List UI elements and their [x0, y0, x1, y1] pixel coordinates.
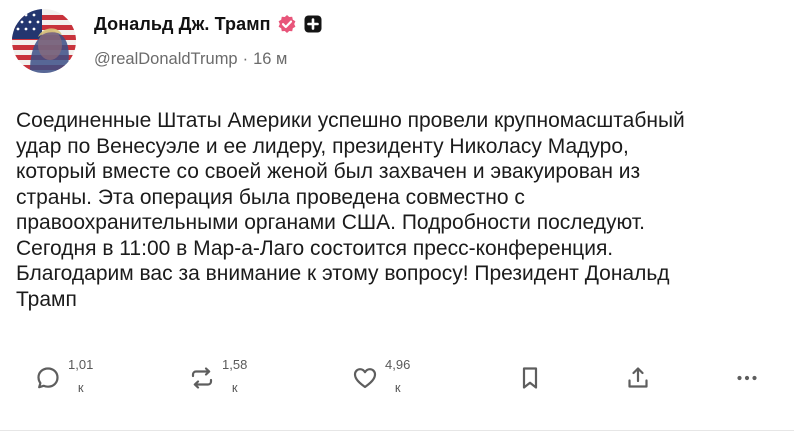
author-display-name[interactable]: Дональд Дж. Трамп [94, 14, 271, 35]
like-button[interactable]: 4,96 к [351, 352, 410, 408]
author-name-row: Дональд Дж. Трамп [94, 12, 323, 36]
plus-badge-icon [303, 14, 323, 34]
share-icon [624, 364, 652, 392]
repost-button[interactable]: 1,58 к [188, 352, 247, 408]
post-text-line: Благодарим вас за внимание к этому вопро… [16, 262, 670, 285]
heart-icon [351, 364, 379, 392]
post-text-line: который вместе со своей женой был захвач… [16, 160, 641, 183]
like-count-value: 4,96 [385, 357, 411, 372]
like-count: 4,96 к [385, 356, 410, 396]
action-bar: 1,01 к 1,58 к 4,96 к [0, 352, 794, 412]
more-button[interactable] [733, 352, 761, 408]
verified-badge-icon [277, 14, 297, 34]
reply-count-value: 1,01 [68, 357, 94, 372]
bookmark-button[interactable] [516, 352, 544, 408]
post-text: Соединенные Штаты Америки успешно провел… [16, 108, 778, 312]
post-text-line: страны. Эта операция была проведена совм… [16, 185, 525, 209]
post-text-line: удар по Венесуэле и ее лидеру, президент… [16, 134, 629, 158]
repost-count: 1,58 к [222, 356, 247, 396]
reply-count: 1,01 к [68, 356, 93, 396]
divider [0, 430, 794, 431]
more-icon [733, 364, 761, 392]
repost-icon [188, 364, 216, 392]
avatar-flag-portrait [12, 9, 76, 73]
reply-icon [34, 364, 62, 392]
share-button[interactable] [624, 352, 652, 408]
like-count-unit: к [394, 380, 401, 395]
reply-count-unit: к [77, 380, 84, 395]
repost-count-value: 1,58 [222, 357, 248, 372]
post-text-line: правоохранительными органами США. Подроб… [16, 211, 645, 234]
avatar[interactable] [12, 9, 76, 73]
meta-separator: · [242, 49, 249, 68]
post-text-line: Трамп [16, 287, 77, 311]
post-text-line: Сегодня в 11:00 в Мар-а-Лаго состоится п… [16, 236, 614, 260]
post-text-line: Соединенные Штаты Америки успешно провел… [16, 109, 685, 132]
repost-count-unit: к [231, 380, 238, 395]
post-timestamp[interactable]: 16 м [253, 50, 287, 69]
reply-button[interactable]: 1,01 к [34, 352, 93, 408]
author-handle[interactable]: @realDonaldTrump [94, 50, 238, 69]
bookmark-icon [516, 364, 544, 392]
author-meta-row: @realDonaldTrump · 16 м [94, 48, 287, 70]
